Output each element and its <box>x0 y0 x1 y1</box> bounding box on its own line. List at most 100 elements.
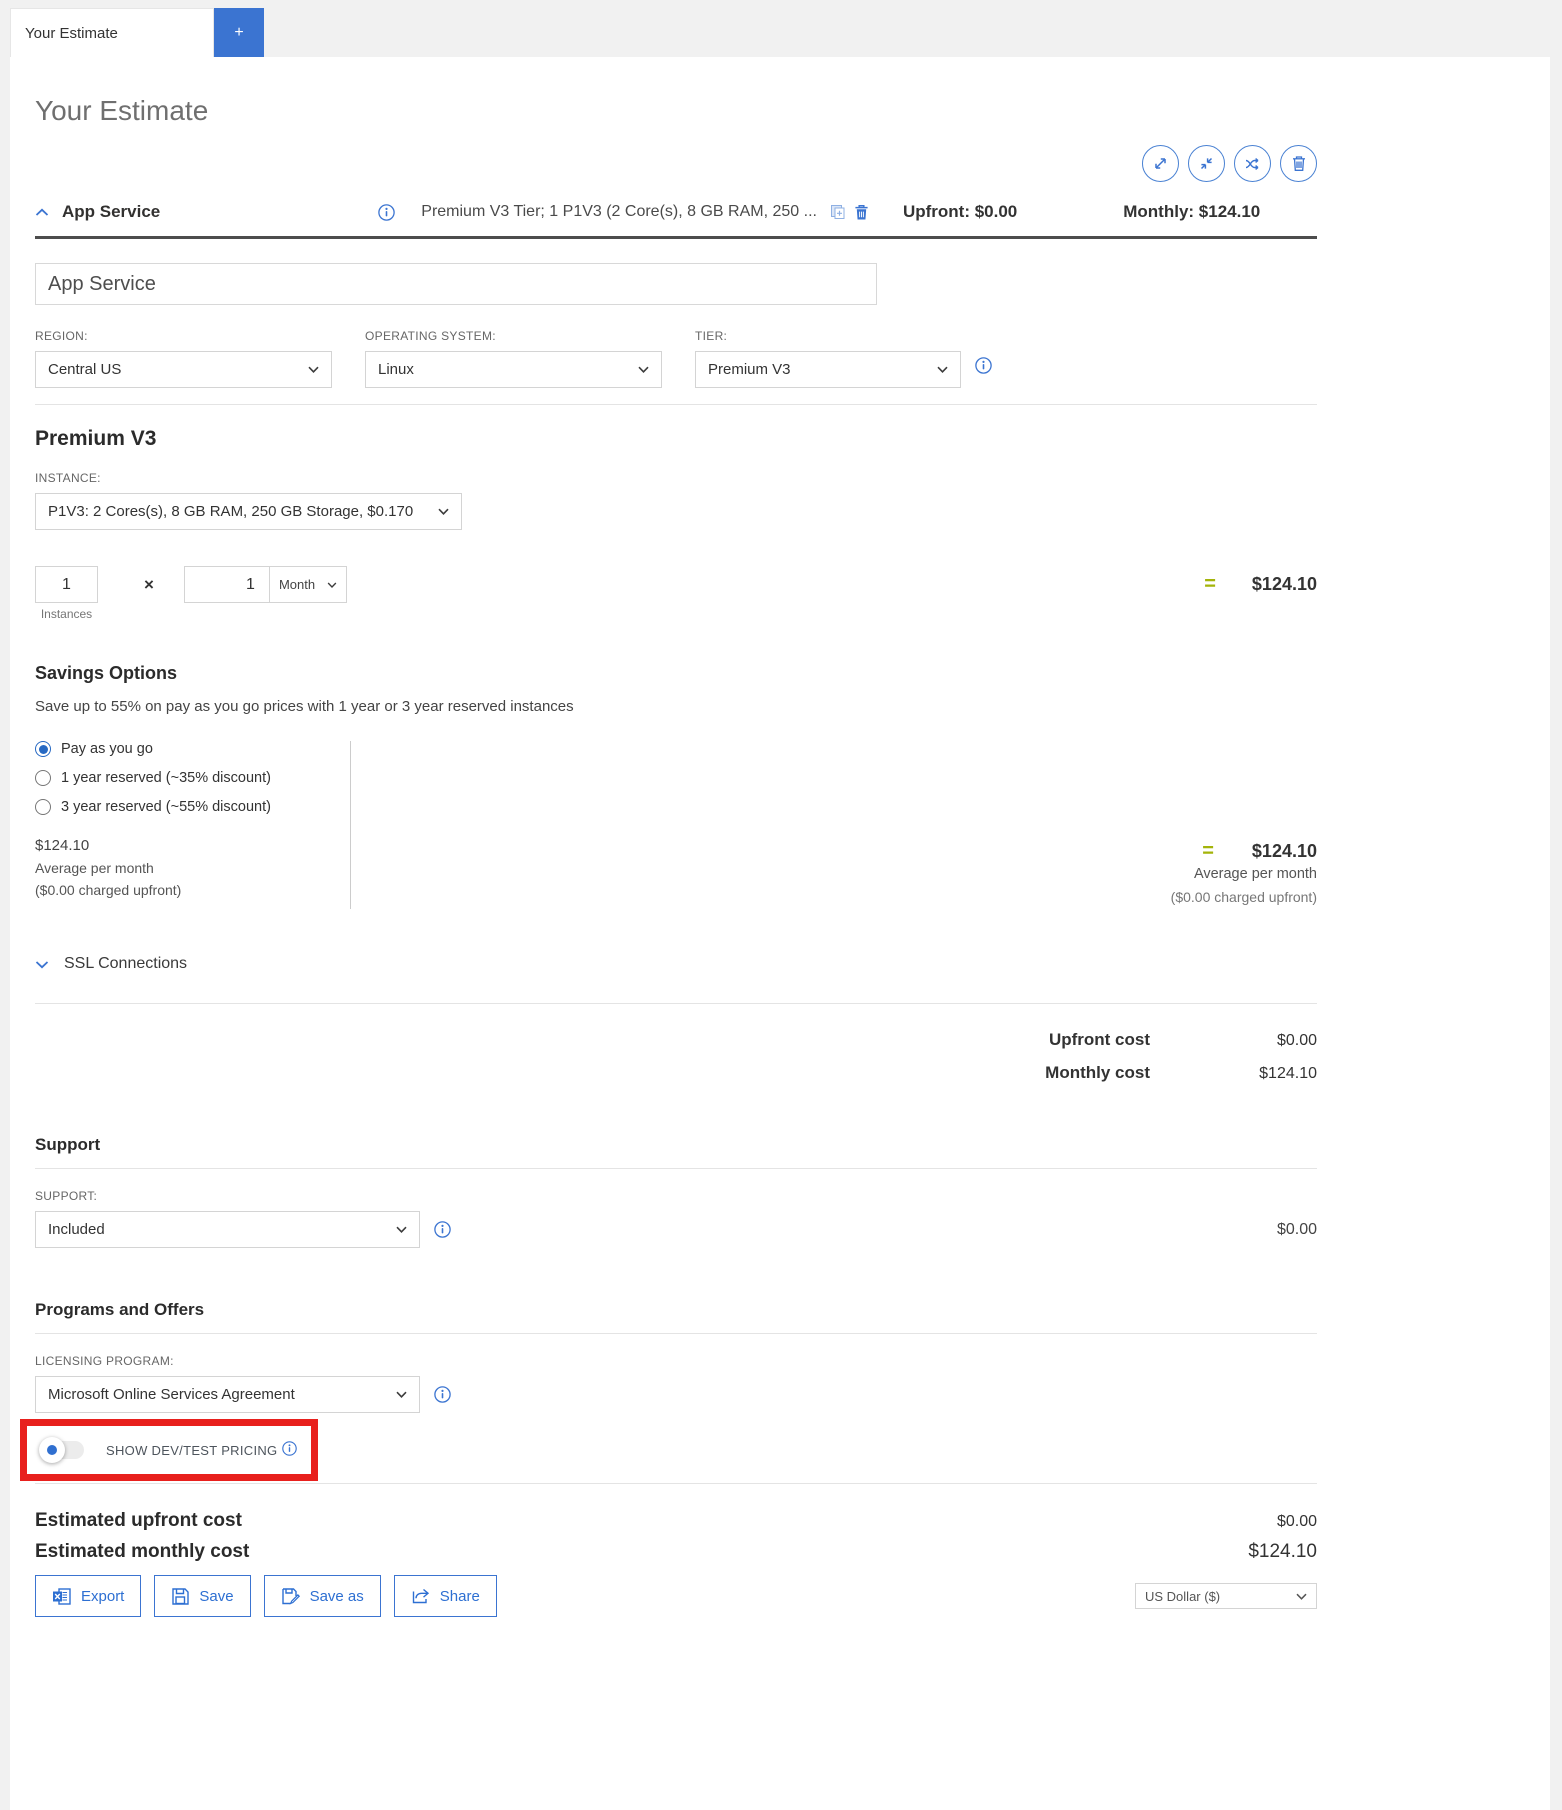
page-title: Your Estimate <box>35 95 209 126</box>
os-label: OPERATING SYSTEM: <box>365 329 496 343</box>
service-info-button[interactable] <box>378 203 396 221</box>
savings-right-line1: Average per month <box>1193 866 1317 882</box>
support-info-button[interactable] <box>434 1221 451 1238</box>
savings-options-title: Savings Options <box>35 663 178 683</box>
estimated-upfront-label: Estimated upfront cost <box>35 1510 242 1531</box>
section-divider <box>35 1333 1317 1334</box>
dev-test-pricing-highlight: SHOW DEV/TEST PRICING <box>20 1419 319 1481</box>
monthly-cost-value: $124.10 <box>1259 1065 1317 1082</box>
service-upfront-total: Upfront: $0.00 <box>902 202 1018 221</box>
chevron-down-icon <box>1296 1593 1307 1600</box>
collapse-icon <box>1200 157 1213 170</box>
tier-select[interactable]: Premium V3 <box>695 351 961 388</box>
info-icon <box>975 357 992 374</box>
os-select[interactable]: Linux <box>365 351 662 388</box>
chevron-down-icon <box>638 366 649 373</box>
savings-left-summary: $124.10 Average per month ($0.00 charged… <box>35 835 350 909</box>
tier-subtotal: $124.10 <box>1251 574 1317 594</box>
tab-your-estimate[interactable]: Your Estimate <box>10 8 214 57</box>
dev-test-info-button[interactable] <box>282 1441 298 1456</box>
radio-3-year-reserved[interactable]: 3 year reserved (~55% discount) <box>35 799 350 815</box>
save-as-button[interactable]: Save as <box>263 1575 381 1617</box>
ssl-connections-label: SSL Connections <box>64 955 188 972</box>
service-cost-summary: Upfront cost $0.00 Monthly cost $124.10 <box>35 1030 1317 1083</box>
savings-right-price: $124.10 <box>1251 841 1317 861</box>
estimated-monthly-label: Estimated monthly cost <box>35 1541 250 1562</box>
clone-service-button[interactable] <box>829 203 847 221</box>
plus-icon: + <box>234 23 244 41</box>
expand-icon <box>1155 158 1166 169</box>
radio-icon <box>35 799 51 815</box>
ssl-connections-toggle[interactable]: SSL Connections <box>35 955 1317 973</box>
share-button[interactable]: Share <box>393 1575 497 1617</box>
chevron-up-icon[interactable] <box>35 208 49 217</box>
region-label: REGION: <box>35 329 88 343</box>
support-price: $0.00 <box>1276 1220 1317 1238</box>
support-select[interactable]: Included <box>35 1211 420 1248</box>
chevron-down-icon <box>396 1391 407 1398</box>
delete-all-button[interactable] <box>1280 145 1317 182</box>
instance-label: INSTANCE: <box>35 471 101 485</box>
chevron-down-icon <box>396 1226 407 1233</box>
estimated-upfront-value: $0.00 <box>1276 1513 1317 1530</box>
save-icon <box>172 1587 190 1605</box>
section-divider <box>35 1483 1317 1484</box>
estimate-card: Your Estimate App Service Premium V3 Tie… <box>10 57 1550 1810</box>
monthly-cost-label: Monthly cost <box>1045 1063 1150 1082</box>
radio-1-year-reserved[interactable]: 1 year reserved (~35% discount) <box>35 770 350 786</box>
trash-icon <box>1292 156 1305 171</box>
delete-service-button[interactable] <box>854 204 869 221</box>
reorder-button[interactable] <box>1234 145 1271 182</box>
savings-left-line1: Average per month <box>35 860 154 876</box>
tab-your-estimate-label: Your Estimate <box>25 24 118 42</box>
expand-all-button[interactable] <box>1142 145 1179 182</box>
programs-section-title: Programs and Offers <box>35 1300 205 1319</box>
add-estimate-tab-button[interactable]: + <box>214 8 264 57</box>
equals-sign: = <box>1202 840 1214 862</box>
service-monthly-total: Monthly: $124.10 <box>1123 202 1261 221</box>
upfront-cost-value: $0.00 <box>1276 1032 1317 1049</box>
chevron-down-icon <box>308 366 319 373</box>
section-divider <box>35 1003 1317 1004</box>
service-config-row: REGION: Central US OPERATING SYSTEM: Lin… <box>35 329 1317 388</box>
chevron-down-icon <box>35 960 49 968</box>
chevron-down-icon <box>937 366 948 373</box>
radio-pay-as-you-go[interactable]: Pay as you go <box>35 741 350 757</box>
duration-unit-select[interactable]: Month <box>268 566 347 603</box>
radio-selected-icon <box>35 741 51 757</box>
licensing-program-label: LICENSING PROGRAM: <box>35 1354 174 1368</box>
section-divider <box>35 1168 1317 1169</box>
licensing-program-info-button[interactable] <box>434 1386 451 1403</box>
collapse-all-button[interactable] <box>1188 145 1225 182</box>
instance-select[interactable]: P1V3: 2 Cores(s), 8 GB RAM, 250 GB Stora… <box>35 493 462 530</box>
service-summary: Premium V3 Tier; 1 P1V3 (2 Core(s), 8 GB… <box>421 203 817 220</box>
currency-select[interactable]: US Dollar ($) <box>1135 1583 1317 1609</box>
service-name-input[interactable] <box>35 263 877 305</box>
excel-icon <box>53 1587 71 1605</box>
save-button[interactable]: Save <box>154 1575 251 1617</box>
savings-right-line2: ($0.00 charged upfront) <box>1170 889 1317 905</box>
radio-icon <box>35 770 51 786</box>
service-header-row: App Service Premium V3 Tier; 1 P1V3 (2 C… <box>35 192 1317 232</box>
export-button[interactable]: Export <box>35 1575 142 1617</box>
tier-info-button[interactable] <box>975 357 992 374</box>
savings-options-subtitle: Save up to 55% on pay as you go prices w… <box>35 698 574 715</box>
tier-label: TIER: <box>695 329 728 343</box>
dev-test-pricing-label: SHOW DEV/TEST PRICING <box>106 1442 278 1458</box>
tab-bar: Your Estimate + <box>0 0 1562 57</box>
upfront-cost-label: Upfront cost <box>1048 1030 1150 1049</box>
duration-input[interactable] <box>183 566 270 603</box>
region-select[interactable]: Central US <box>35 351 332 388</box>
equals-sign: = <box>1204 573 1216 595</box>
instances-input[interactable] <box>35 566 98 603</box>
copy-icon <box>830 205 845 219</box>
dev-test-pricing-toggle[interactable] <box>39 1437 84 1463</box>
support-label: SUPPORT: <box>35 1189 98 1203</box>
quantity-row: Instances × Month = $124.10 <box>35 566 1317 621</box>
save-as-icon <box>281 1587 300 1604</box>
shuffle-icon <box>1245 157 1258 170</box>
licensing-program-select[interactable]: Microsoft Online Services Agreement <box>35 1376 420 1413</box>
info-icon <box>434 1221 451 1238</box>
tier-section-title: Premium V3 <box>35 427 157 450</box>
service-name: App Service <box>62 202 161 221</box>
